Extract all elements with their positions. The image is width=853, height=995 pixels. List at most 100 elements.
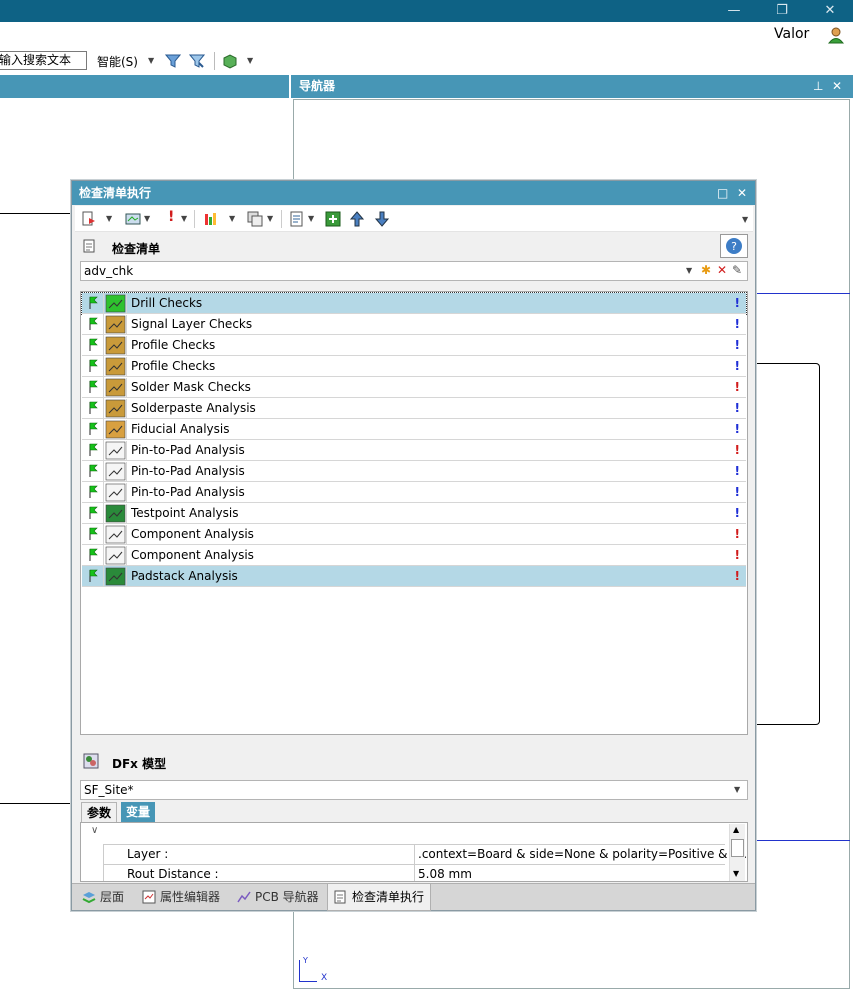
- results-icon[interactable]: [203, 211, 219, 227]
- report-icon[interactable]: [289, 211, 305, 227]
- filter-clear-icon[interactable]: [189, 53, 205, 69]
- add-icon[interactable]: [325, 211, 341, 227]
- status-flag-icon: [82, 356, 104, 376]
- chevron-down-icon[interactable]: ▼: [148, 56, 154, 65]
- chevron-down-icon[interactable]: ▼: [742, 215, 748, 224]
- checklist-row[interactable]: Profile Checks!: [82, 356, 746, 377]
- close-icon[interactable]: ✕: [737, 181, 747, 205]
- delete-icon[interactable]: ✕: [717, 261, 727, 279]
- checklist-actions-list[interactable]: Drill Checks! Signal Layer Checks! Profile…: [80, 291, 748, 735]
- severity-icon[interactable]: !: [168, 209, 174, 225]
- scroll-up-icon[interactable]: ▲: [733, 825, 739, 834]
- filter-icon[interactable]: [165, 53, 181, 69]
- checklist-row[interactable]: Solderpaste Analysis!: [82, 398, 746, 419]
- status-flag-icon: [82, 503, 104, 523]
- smart-search-dropdown[interactable]: 智能(S): [97, 53, 138, 70]
- chevron-down-icon[interactable]: ▼: [181, 214, 187, 223]
- maximize-icon[interactable]: □: [717, 181, 728, 205]
- checklist-item-label: Pin-to-Pad Analysis: [131, 485, 245, 499]
- run-checklist-icon[interactable]: [81, 211, 97, 227]
- scrollbar-thumb[interactable]: [731, 839, 744, 857]
- chevron-down-icon[interactable]: ▼: [267, 214, 273, 223]
- checklist-item-label: Pin-to-Pad Analysis: [131, 443, 245, 457]
- new-icon[interactable]: ✱: [701, 261, 711, 279]
- checklist-row[interactable]: Fiducial Analysis!: [82, 419, 746, 440]
- status-flag-icon: [82, 377, 104, 397]
- checklist-row[interactable]: Padstack Analysis!: [82, 566, 746, 587]
- checklist-execution-dialog: 检查清单执行 □ ✕ ▼ ▼ ! ▼ ▼ ▼ ▼ ▼ 检查清单 ? adv_ch…: [71, 180, 756, 911]
- action-type-icon: [105, 336, 127, 355]
- checklist-row[interactable]: Testpoint Analysis!: [82, 503, 746, 524]
- grid-line: [414, 844, 415, 881]
- edit-icon[interactable]: ✎: [732, 261, 742, 279]
- checklist-value: adv_chk: [84, 264, 134, 278]
- close-icon[interactable]: ✕: [832, 75, 842, 98]
- move-down-icon[interactable]: [374, 211, 390, 227]
- dialog-title: 检查清单执行: [79, 186, 152, 200]
- action-type-icon: [105, 546, 127, 565]
- checklist-row[interactable]: Pin-to-Pad Analysis!: [82, 440, 746, 461]
- checklist-icon: [83, 239, 95, 253]
- checklist-item-label: Component Analysis: [131, 548, 254, 562]
- scroll-down-icon[interactable]: ▼: [733, 869, 739, 878]
- checklist-row[interactable]: Component Analysis!: [82, 524, 746, 545]
- user-bar: Valor: [0, 22, 853, 48]
- checklist-row[interactable]: Drill Checks!: [81, 292, 747, 315]
- chevron-down-icon[interactable]: ▼: [106, 214, 112, 223]
- user-icon[interactable]: [827, 26, 845, 44]
- panel-tabs: 层面 属性编辑器 PCB 导航器 检查清单执行: [72, 883, 755, 911]
- checklist-row[interactable]: Profile Checks!: [82, 335, 746, 356]
- chevron-down-icon[interactable]: ▼: [734, 781, 740, 799]
- chevron-down-icon[interactable]: ▼: [308, 214, 314, 223]
- help-icon[interactable]: ?: [720, 234, 748, 258]
- tab-label: 层面: [100, 890, 125, 904]
- tab-params[interactable]: 参数: [81, 802, 118, 822]
- chevron-down-icon[interactable]: ▼: [247, 56, 253, 65]
- action-type-icon: [105, 399, 127, 418]
- status-flag-icon: [82, 545, 104, 565]
- action-type-icon: [105, 441, 127, 460]
- search-input[interactable]: 输入搜索文本: [0, 51, 87, 70]
- tab-label: PCB 导航器: [255, 890, 319, 904]
- severity-icon: !: [734, 569, 740, 583]
- property-value[interactable]: .context=Board & side=None & polarity=Po…: [418, 847, 747, 861]
- severity-icon: !: [734, 464, 740, 478]
- pin-icon[interactable]: ⊥: [813, 75, 823, 98]
- checklist-select[interactable]: adv_chk ▼ ✱ ✕ ✎: [80, 261, 748, 281]
- dfx-model-select[interactable]: SF_Site* ▼: [80, 780, 748, 800]
- tab-pcb-navigator[interactable]: PCB 导航器: [231, 886, 325, 909]
- chevron-down-icon[interactable]: ▼: [144, 214, 150, 223]
- checklist-row[interactable]: Pin-to-Pad Analysis!: [82, 461, 746, 482]
- action-type-icon: [105, 378, 127, 397]
- navigator-title: 导航器: [299, 79, 336, 93]
- severity-icon: !: [734, 359, 740, 373]
- tab-layers[interactable]: 层面: [76, 886, 130, 909]
- scrollbar[interactable]: ▲ ▼: [729, 824, 745, 881]
- checklist-item-label: Drill Checks: [131, 296, 203, 310]
- chevron-down-icon[interactable]: ▼: [229, 214, 235, 223]
- minimize-button[interactable]: —: [712, 0, 756, 22]
- action-type-icon: [105, 483, 127, 502]
- cube-icon[interactable]: [222, 53, 238, 69]
- tab-label: 属性编辑器: [160, 890, 221, 904]
- checklist-row[interactable]: Solder Mask Checks!: [82, 377, 746, 398]
- move-up-icon[interactable]: [349, 211, 365, 227]
- severity-icon: !: [734, 443, 740, 457]
- tab-checklist-execution[interactable]: 检查清单执行: [327, 884, 432, 911]
- copy-icon[interactable]: [247, 211, 265, 227]
- close-button[interactable]: ✕: [808, 0, 852, 22]
- checklist-row[interactable]: Signal Layer Checks!: [82, 314, 746, 335]
- chevron-down-icon[interactable]: ∨: [91, 825, 98, 836]
- tab-variables[interactable]: 变量: [121, 802, 156, 822]
- display-icon[interactable]: [125, 212, 141, 226]
- property-value[interactable]: 5.08 mm: [418, 867, 472, 881]
- checklist-row[interactable]: Pin-to-Pad Analysis!: [82, 482, 746, 503]
- grid-line: [103, 844, 104, 881]
- tab-property-editor[interactable]: 属性编辑器: [136, 886, 226, 909]
- left-panel-header: [0, 75, 289, 98]
- dialog-title-bar[interactable]: 检查清单执行 □ ✕: [72, 181, 755, 205]
- chevron-down-icon[interactable]: ▼: [686, 262, 692, 280]
- checklist-row[interactable]: Component Analysis!: [82, 545, 746, 566]
- severity-icon: !: [734, 380, 740, 394]
- restore-button[interactable]: ❐: [760, 0, 804, 22]
